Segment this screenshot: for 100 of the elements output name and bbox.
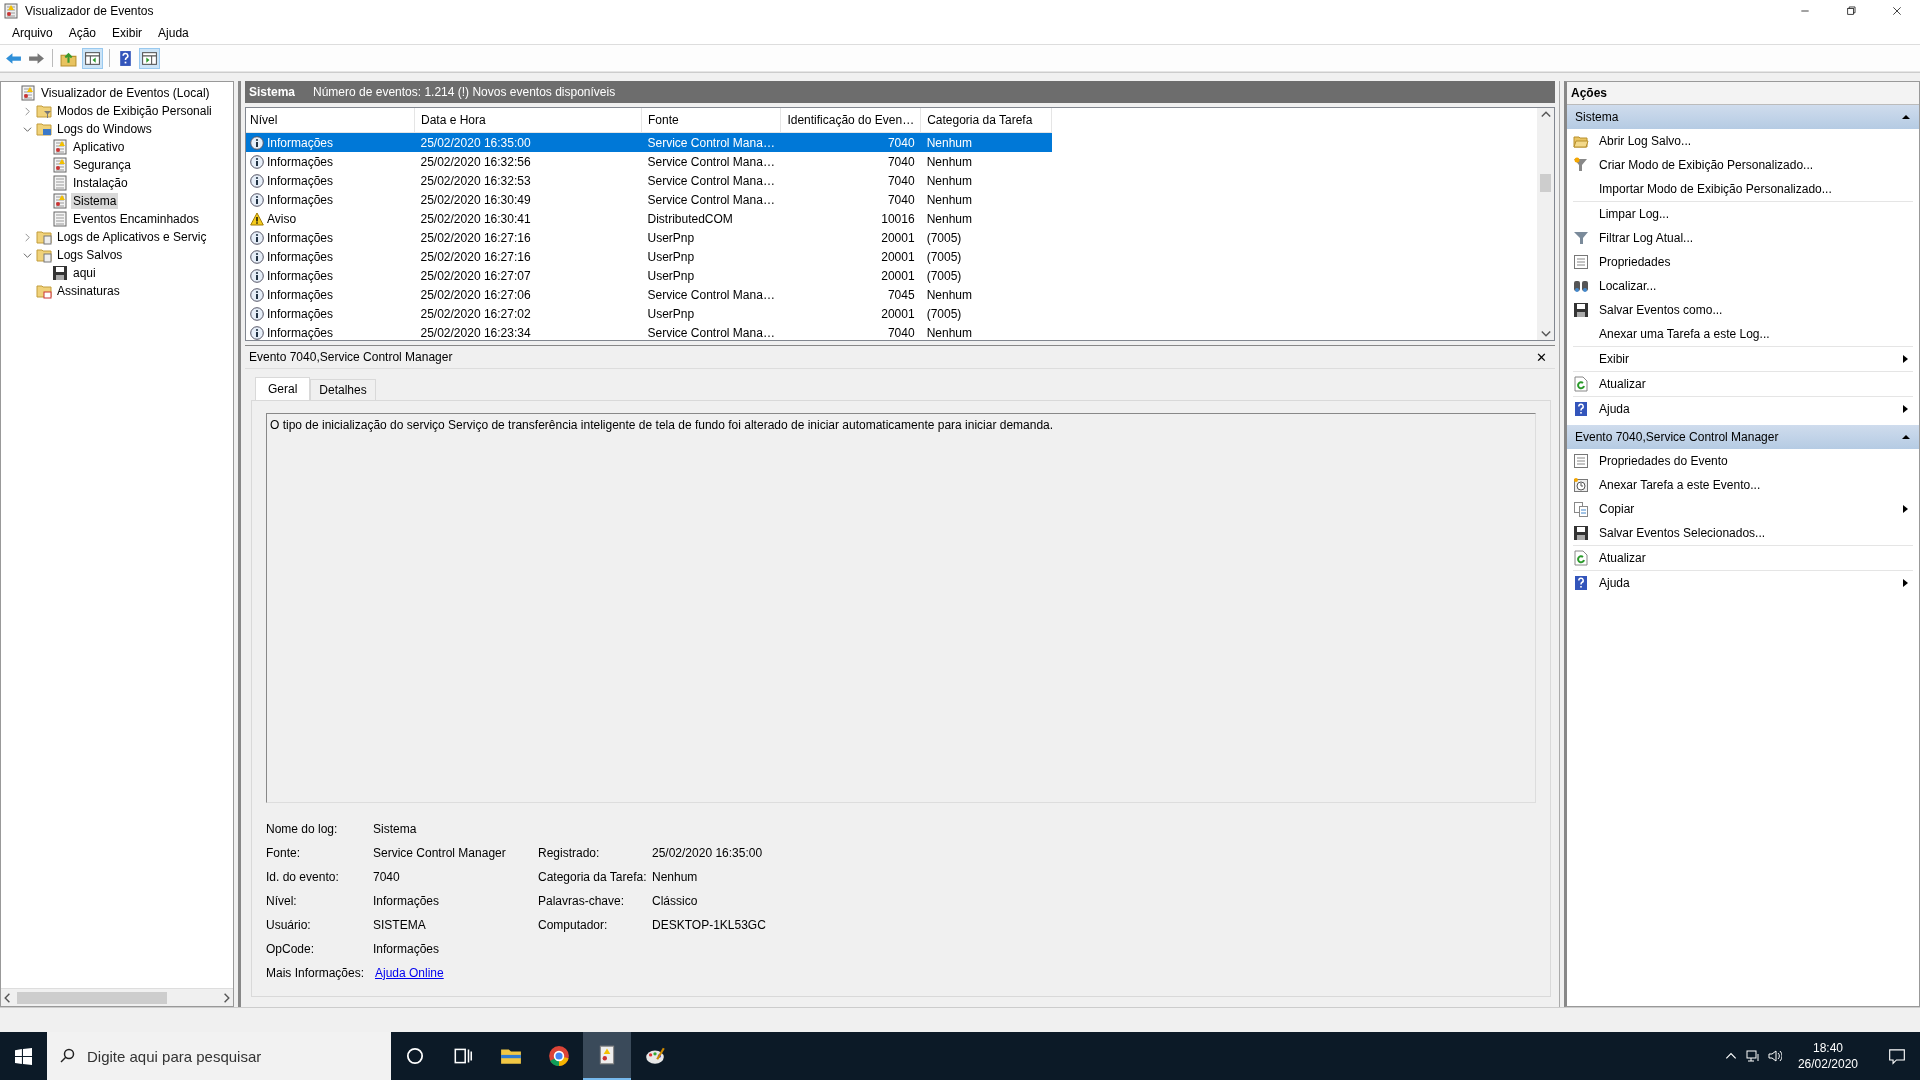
tree-item[interactable]: Visualizador de Eventos (Local) [39, 85, 212, 101]
properties-icon [1573, 254, 1589, 270]
horizontal-scrollbar[interactable] [1, 988, 233, 1006]
action-item[interactable]: Exibir [1573, 347, 1913, 371]
table-cell-text: 25/02/2020 16:27:07 [419, 267, 532, 285]
event-row[interactable]: Aviso 25/02/2020 16:30:41 DistributedCOM 10016 Nenhum [246, 209, 1052, 228]
panel-icon[interactable] [139, 47, 160, 69]
event-row[interactable]: Informações 25/02/2020 16:27:16 UserPnp 20001 (7005) [246, 228, 1052, 247]
collapse-icon[interactable] [1901, 112, 1911, 122]
menu-item[interactable]: Ação [60, 24, 105, 42]
binoculars-icon [1573, 278, 1589, 294]
chevron-down-icon[interactable] [22, 124, 32, 134]
tree-item[interactable]: Instalação [71, 175, 130, 191]
table-cell: Informações [267, 287, 334, 302]
table-cell-text: Nenhum [925, 172, 973, 190]
collapse-icon[interactable] [1901, 432, 1911, 442]
close-button[interactable]: ✕ [1532, 349, 1551, 365]
tree-item[interactable]: Logs do Windows [55, 121, 154, 137]
circle-icon [404, 1045, 426, 1067]
table-cell: Informações [267, 325, 334, 340]
tree-item[interactable]: Modos de Exibição Personali [55, 103, 214, 119]
action-item[interactable]: Salvar Eventos como... [1573, 298, 1913, 322]
folder-icon [36, 229, 52, 245]
tree-item[interactable]: Aplicativo [71, 139, 127, 155]
event-row[interactable]: Informações 25/02/2020 16:32:53 Service Control Mana… 7040 Nenhum [246, 171, 1052, 190]
event-row[interactable]: Informações 25/02/2020 16:27:07 UserPnp 20001 (7005) [246, 266, 1052, 285]
help-icon [1573, 575, 1589, 591]
funnel-icon [1573, 230, 1589, 246]
action-item[interactable]: Atualizar [1573, 546, 1913, 570]
action-item[interactable]: Filtrar Log Atual... [1573, 226, 1913, 250]
action-item[interactable]: Ajuda [1573, 397, 1913, 421]
menu-item[interactable]: Arquivo [4, 24, 61, 42]
action-item[interactable]: Criar Modo de Exibição Personalizado... [1573, 153, 1913, 177]
column-header[interactable]: Fonte [641, 108, 781, 133]
event-row[interactable]: Informações 25/02/2020 16:32:56 Service Control Mana… 7040 Nenhum [246, 152, 1052, 171]
table-cell: Informações [267, 192, 334, 207]
section-header[interactable]: Evento 7040,Service Control Manager [1567, 425, 1919, 449]
tree-item[interactable]: Eventos Encaminhados [71, 211, 202, 227]
event-row[interactable]: Informações 25/02/2020 16:23:34 Service Control Mana… 7040 Nenhum [246, 323, 1052, 340]
table-cell-text: 25/02/2020 16:30:49 [419, 191, 532, 209]
tree-item[interactable]: Assinaturas [55, 283, 122, 299]
action-item[interactable]: Abrir Log Salvo... [1573, 129, 1913, 153]
clock-date: 26/02/2020 [1797, 1056, 1858, 1072]
action-item[interactable]: Limpar Log... [1573, 202, 1913, 226]
folder-funnel-icon [36, 103, 52, 119]
event-title: Evento 7040,Service Control Manager [249, 350, 453, 364]
tree-item[interactable]: Sistema [71, 193, 119, 209]
menu-item[interactable]: Ajuda [150, 24, 197, 42]
column-header[interactable]: Data e Hora [414, 108, 642, 133]
tab[interactable]: Geral [255, 377, 311, 400]
action-item[interactable]: Copiar [1573, 497, 1913, 521]
speaker-icon[interactable] [1767, 1049, 1782, 1063]
action-item[interactable]: Importar Modo de Exibição Personalizado... [1573, 177, 1913, 201]
section-header[interactable]: Sistema [1567, 105, 1919, 129]
event-row[interactable]: Informações 25/02/2020 16:27:16 UserPnp 20001 (7005) [246, 247, 1052, 266]
table-cell-text: 20001 [880, 267, 916, 285]
table-cell-text: Nenhum [925, 210, 973, 228]
properties-icon [1573, 453, 1589, 469]
help-link[interactable]: Ajuda Online [375, 966, 444, 980]
column-header[interactable]: Nível [246, 108, 415, 133]
table-cell-text: 7040 [886, 191, 916, 209]
table-cell-text: 25/02/2020 16:27:02 [419, 305, 532, 323]
tree-item[interactable]: Logs de Aplicativos e Serviç [55, 229, 209, 245]
field-label: Usuário: [266, 918, 312, 932]
tree-item[interactable]: aqui [71, 265, 98, 281]
network-icon[interactable] [1745, 1049, 1760, 1063]
table-cell-text: 25/02/2020 16:27:16 [419, 248, 532, 266]
event-row[interactable]: Informações 25/02/2020 16:30:49 Service Control Mana… 7040 Nenhum [246, 190, 1052, 209]
table-cell: Informações [267, 173, 334, 188]
action-item[interactable]: Localizar... [1573, 274, 1913, 298]
action-item[interactable]: Atualizar [1573, 372, 1913, 396]
table-cell-text: 25/02/2020 16:23:34 [419, 324, 532, 340]
event-row[interactable]: Informações 25/02/2020 16:27:02 UserPnp 20001 (7005) [246, 304, 1052, 323]
action-item[interactable]: Anexar Tarefa a este Evento... [1573, 473, 1913, 497]
panel-icon[interactable] [82, 47, 103, 69]
table-cell-text: 10016 [880, 210, 916, 228]
tree-item[interactable]: Logs Salvos [55, 247, 125, 263]
tab[interactable]: Detalhes [310, 379, 376, 400]
search-field[interactable]: Digite aqui para pesquisar [47, 1032, 391, 1080]
field-label: Fonte: [266, 846, 302, 860]
info-icon [250, 249, 264, 264]
clock[interactable]: 18:40 26/02/2020 [1789, 1040, 1866, 1072]
section-title: Evento 7040,Service Control Manager [1575, 430, 1779, 444]
chevron-down-icon[interactable] [22, 250, 32, 260]
scroll-thumb[interactable] [1540, 174, 1551, 192]
action-item[interactable]: Propriedades do Evento [1573, 449, 1913, 473]
taskbar-app[interactable] [583, 1032, 631, 1080]
action-item[interactable]: Propriedades [1573, 250, 1913, 274]
action-item[interactable]: Salvar Eventos Selecionados... [1573, 521, 1913, 545]
table-cell-text: 25/02/2020 16:30:41 [419, 210, 532, 228]
vertical-scrollbar[interactable] [1537, 108, 1554, 340]
column-header[interactable]: Categoria da Tarefa [920, 108, 1052, 133]
tree-item[interactable]: Segurança [71, 157, 134, 173]
menu-item[interactable]: Exibir [104, 24, 151, 42]
event-row[interactable]: Informações 25/02/2020 16:27:06 Service Control Mana… 7045 Nenhum [246, 285, 1052, 304]
action-item[interactable]: Ajuda [1573, 571, 1913, 595]
action-item[interactable]: Anexar uma Tarefa a este Log... [1573, 322, 1913, 346]
log-warning-icon [52, 139, 68, 155]
event-row[interactable]: Informações 25/02/2020 16:35:00 Service Control Mana… 7040 Nenhum [246, 132, 1052, 152]
column-header[interactable]: Identificação do Even… [780, 108, 921, 133]
